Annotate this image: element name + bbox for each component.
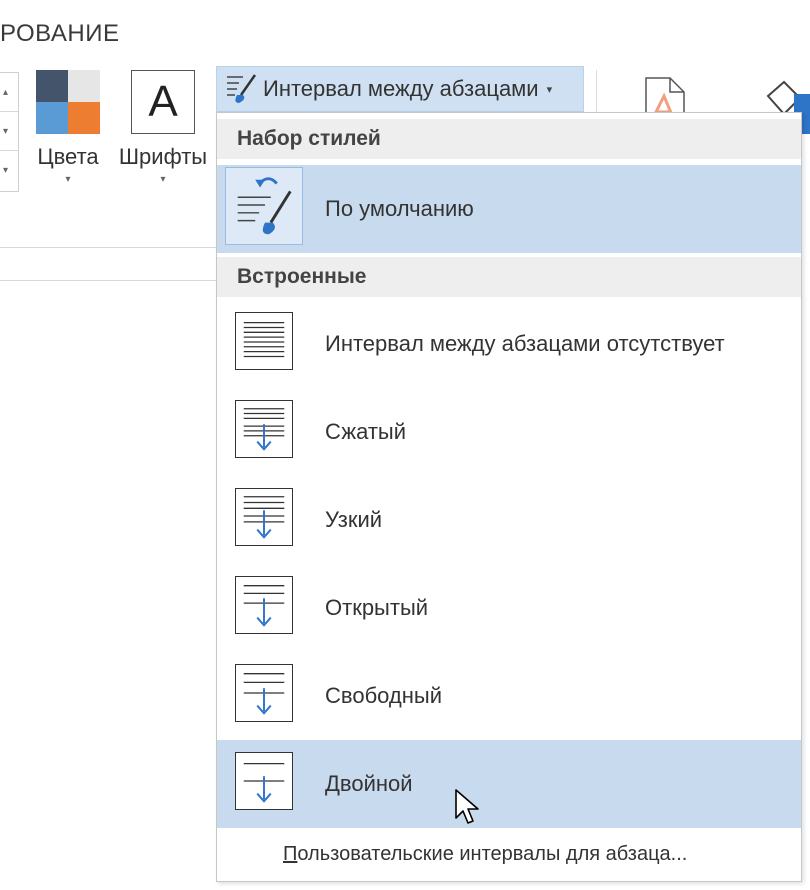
style-gallery-scroll[interactable]: ▴ ▾ ▾: [0, 72, 19, 192]
custom-spacing-accelerator: П: [283, 843, 298, 865]
no-spacing-icon: [235, 312, 293, 370]
menu-item-label: Узкий: [325, 507, 383, 532]
menu-item-open[interactable]: Открытый: [217, 564, 801, 652]
custom-spacing-label: ользовательские интервалы для абзаца...: [297, 843, 688, 865]
colors-label: Цвета: [37, 144, 99, 169]
section-header-style-set: Набор стилей: [217, 119, 801, 159]
fonts-label: Шрифты: [118, 144, 208, 169]
menu-item-label: Интервал между абзацами отсутствует: [325, 331, 725, 356]
paragraph-spacing-button[interactable]: Интервал между абзацами ▾: [216, 66, 584, 112]
document-top-line: [0, 280, 220, 281]
menu-item-default-label: По умолчанию: [325, 196, 474, 221]
menu-item-label: Свободный: [325, 683, 443, 708]
open-spacing-icon: [235, 576, 293, 634]
menu-item-label: Двойной: [325, 771, 413, 796]
chevron-down-icon: ▾: [546, 83, 553, 96]
section-header-builtin: Встроенные: [217, 257, 801, 297]
fonts-icon: A: [131, 70, 195, 134]
paragraph-spacing-label: Интервал между абзацами: [263, 76, 539, 101]
menu-item-double[interactable]: Двойной: [217, 740, 801, 828]
ribbon-separator-line: [0, 247, 220, 248]
double-spacing-icon: [235, 752, 293, 810]
default-style-icon: [225, 167, 303, 245]
relaxed-spacing-icon: [235, 664, 293, 722]
menu-item-tight[interactable]: Узкий: [217, 476, 801, 564]
menu-item-default[interactable]: По умолчанию: [217, 165, 801, 253]
mouse-pointer-icon: [455, 789, 479, 824]
tight-spacing-icon: [235, 488, 293, 546]
fonts-button[interactable]: A Шрифты ▾: [112, 70, 214, 185]
compact-spacing-icon: [235, 400, 293, 458]
colors-chevron-down-icon: ▾: [65, 174, 71, 185]
fonts-chevron-down-icon: ▾: [160, 174, 166, 185]
colors-palette-icon: [36, 70, 100, 134]
ribbon-tab-title[interactable]: РОВАНИЕ: [0, 20, 119, 48]
colors-button[interactable]: Цвета ▾: [32, 70, 104, 185]
menu-item-label: Сжатый: [325, 419, 407, 444]
menu-item-compact[interactable]: Сжатый: [217, 388, 801, 476]
gallery-expand[interactable]: ▾: [0, 151, 18, 189]
paragraph-spacing-brush-icon: [227, 74, 257, 103]
menu-item-relaxed[interactable]: Свободный: [217, 652, 801, 740]
gallery-scroll-up[interactable]: ▴: [0, 73, 18, 112]
menu-item-label: Открытый: [325, 595, 429, 620]
gallery-scroll-down[interactable]: ▾: [0, 112, 18, 151]
paragraph-spacing-menu: Набор стилей По умолчанию Встроенные Инт…: [216, 112, 802, 882]
custom-paragraph-spacing-link[interactable]: Пользовательские интервалы для абзаца...: [283, 843, 687, 866]
menu-item-no-spacing[interactable]: Интервал между абзацами отсутствует: [217, 300, 801, 388]
